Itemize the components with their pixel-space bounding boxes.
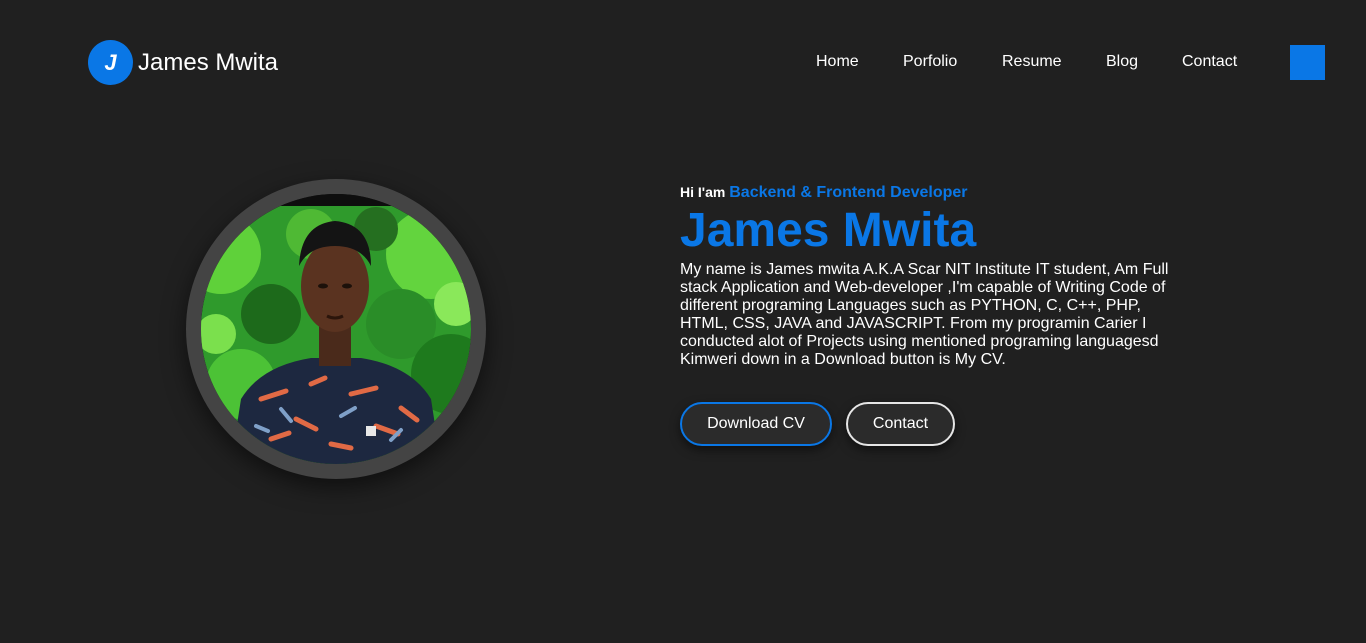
profile-photo-frame <box>186 179 486 479</box>
greeting-line: Hi I'am Backend & Frontend Developer <box>680 184 1190 204</box>
hero-name: James Mwita <box>680 204 977 257</box>
nav-blog[interactable]: Blog <box>1106 53 1138 71</box>
main-nav: Home Porfolio Resume Blog Contact <box>0 53 1366 73</box>
menu-toggle-button[interactable] <box>1290 45 1325 80</box>
nav-contact[interactable]: Contact <box>1182 53 1237 71</box>
download-cv-button[interactable]: Download CV <box>680 402 832 446</box>
contact-button[interactable]: Contact <box>846 402 955 446</box>
hero-actions: Download CV Contact <box>680 402 1190 446</box>
site-header: J James Mwita Home Porfolio Resume Blog … <box>0 0 1366 125</box>
nav-resume[interactable]: Resume <box>1002 53 1062 71</box>
nav-home[interactable]: Home <box>816 53 859 71</box>
profile-portrait-image <box>201 194 471 464</box>
profile-photo <box>201 194 471 464</box>
nav-portfolio[interactable]: Porfolio <box>903 53 957 71</box>
greeting-text: Hi I'am <box>680 184 726 200</box>
role-text: Backend & Frontend Developer <box>729 184 968 201</box>
intro-section: Hi I'am Backend & Frontend Developer Jam… <box>680 184 1190 446</box>
bio-text: My name is James mwita A.K.A Scar NIT In… <box>680 261 1169 368</box>
